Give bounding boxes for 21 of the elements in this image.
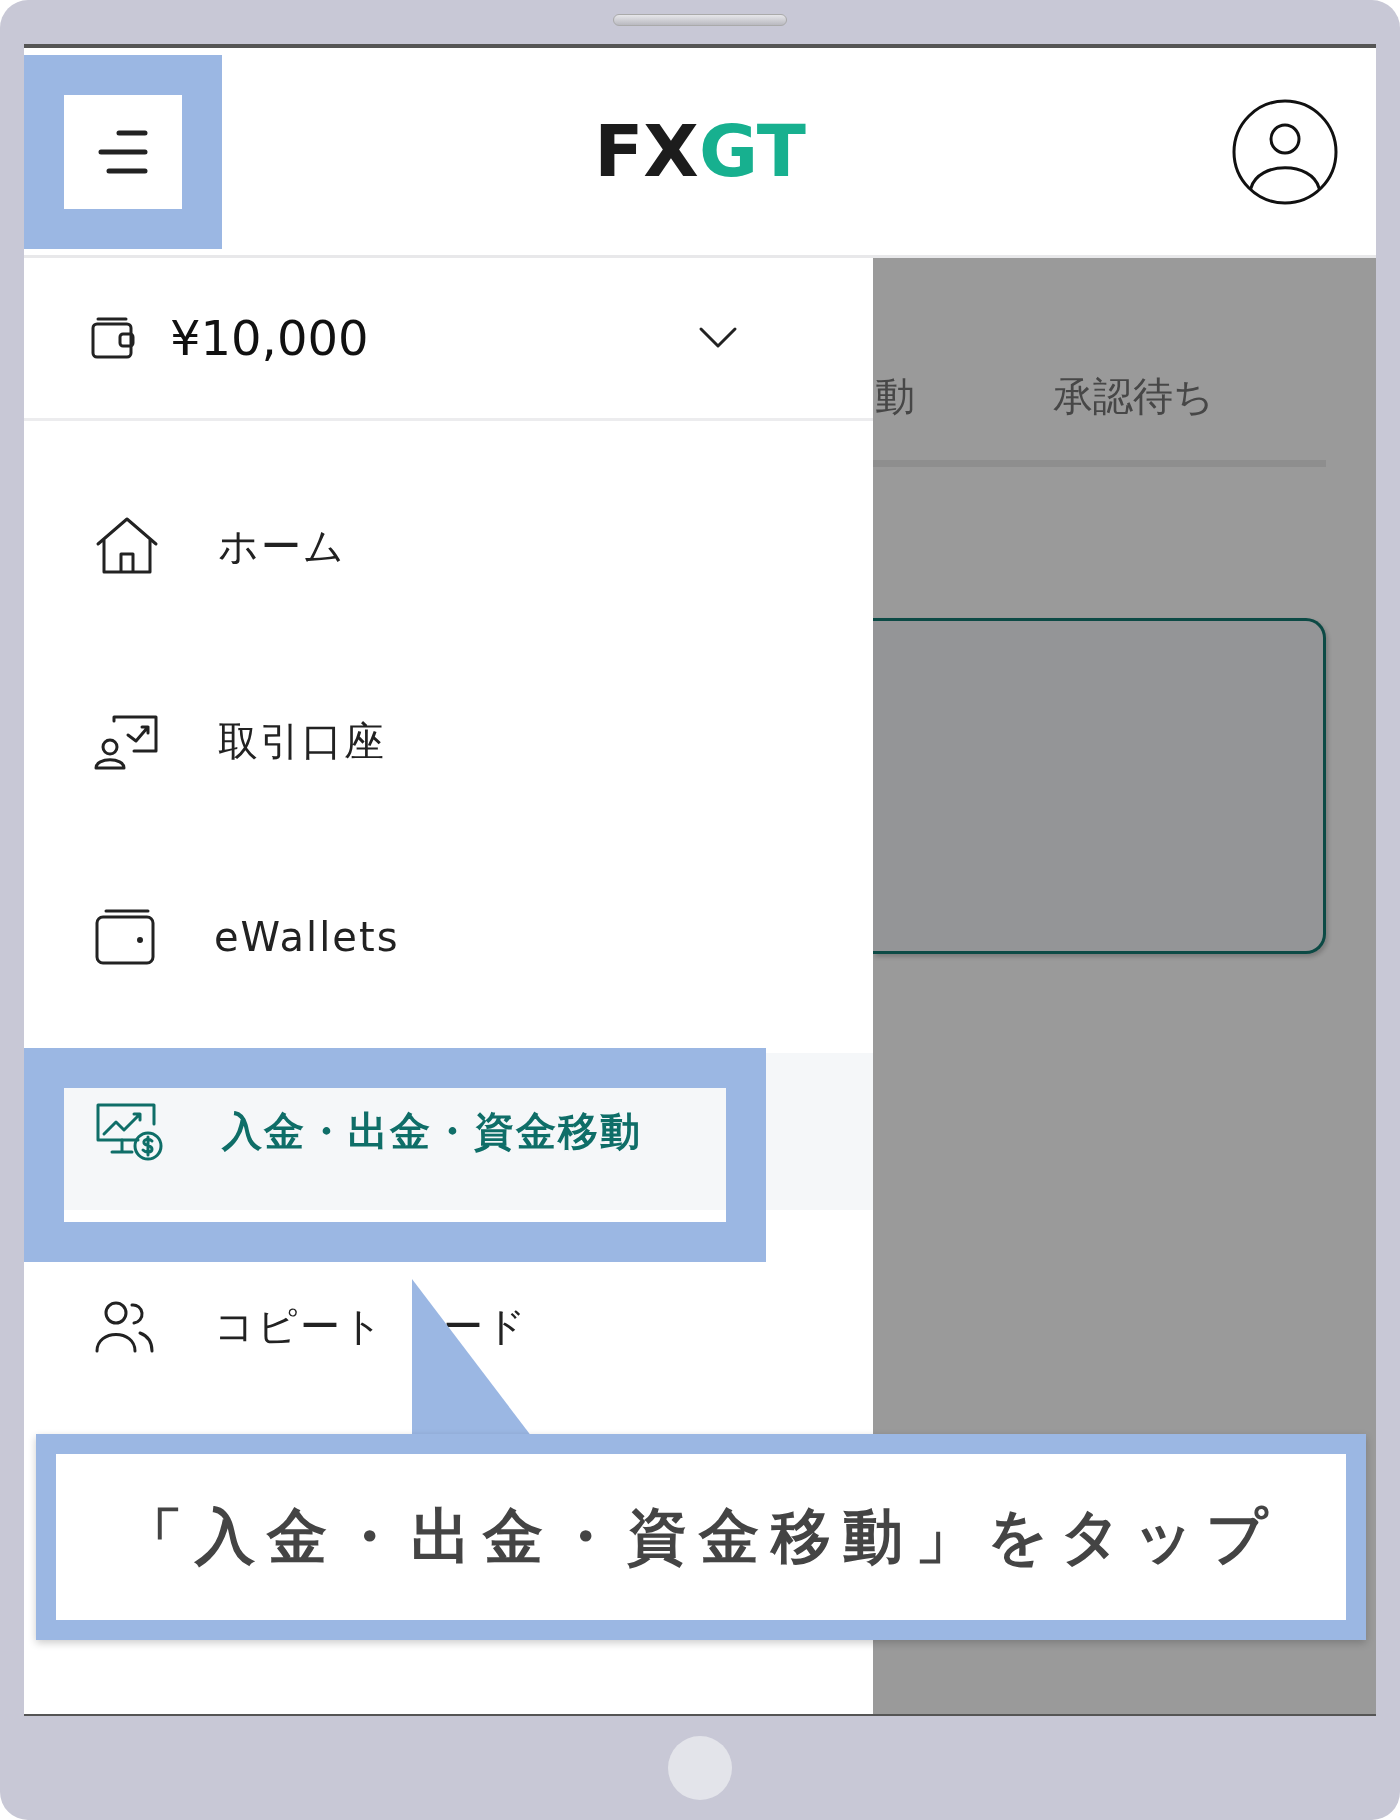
menu-label: ード	[443, 1302, 528, 1351]
menu-item[interactable]: eWallets	[24, 858, 873, 1015]
menu-label: eWallets	[214, 913, 400, 960]
chevron-down-icon[interactable]	[698, 326, 738, 350]
menu-item[interactable]: 取引口座	[24, 663, 873, 820]
tab-label: 承認待ち	[1053, 372, 1214, 421]
logo: FXGT	[593, 111, 807, 192]
menu-item[interactable]: ホーム	[24, 468, 873, 625]
monitor-dollar-icon	[94, 1101, 164, 1162]
menu-icon	[97, 128, 149, 175]
menu-label: 入金・出金・資金移動	[222, 1107, 642, 1156]
tab-label: 動	[875, 372, 915, 421]
menu-label: コピート	[214, 1302, 385, 1351]
menu-label: ホーム	[218, 522, 346, 571]
callout: 「入金・出金・資金移動」をタップ	[36, 1434, 1366, 1640]
balance-amount: ¥10,000	[170, 310, 370, 366]
profile-icon[interactable]	[1232, 98, 1338, 205]
menu-button[interactable]	[64, 94, 182, 209]
wallet-icon	[90, 316, 136, 360]
wallet-icon	[94, 907, 156, 966]
menu-label: 取引口座	[218, 717, 386, 766]
